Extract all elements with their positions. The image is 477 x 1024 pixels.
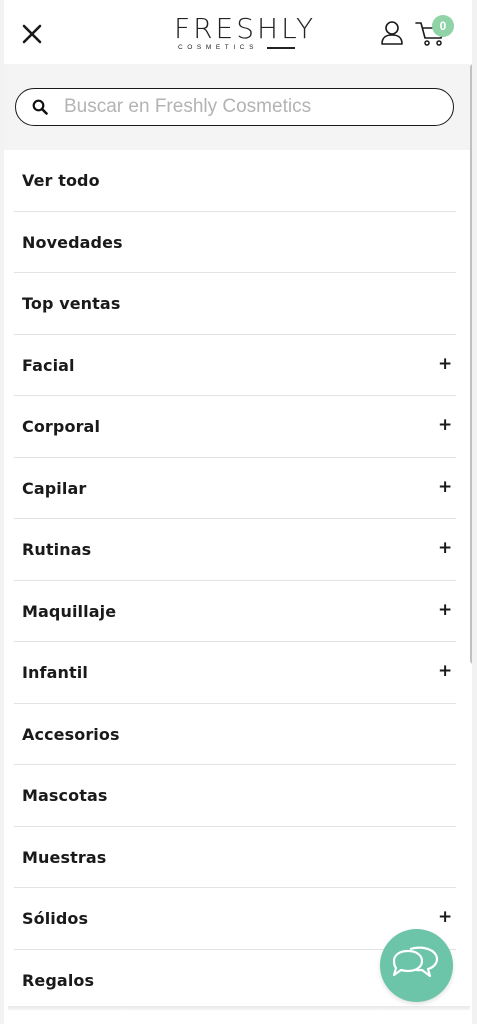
menu-item[interactable]: Facial + bbox=[14, 335, 456, 396]
menu-item[interactable]: Accesorios bbox=[14, 704, 456, 765]
menu-item-label: Top ventas bbox=[22, 294, 121, 313]
app-frame: FRESHLY COSMETICS 0 Buscar en Freshly Co… bbox=[0, 0, 477, 1024]
menu-item-label: Facial bbox=[22, 355, 75, 375]
search-icon bbox=[32, 99, 48, 115]
menu-item[interactable]: Muestras bbox=[14, 827, 456, 888]
menu-item-label: Rutinas bbox=[22, 540, 92, 559]
plus-icon[interactable]: + bbox=[438, 540, 452, 557]
header: FRESHLY COSMETICS 0 bbox=[4, 0, 472, 64]
menu-panel: FRESHLY COSMETICS 0 Buscar en Freshly Co… bbox=[4, 0, 472, 1024]
menu-item-label: Muestras bbox=[22, 847, 107, 867]
user-icon bbox=[381, 21, 403, 45]
logo-text: FRESHLY bbox=[174, 12, 317, 45]
search-section bbox=[4, 64, 472, 150]
menu-item[interactable]: Infantil + bbox=[14, 642, 456, 704]
menu-item-label: Mascotas bbox=[22, 786, 108, 805]
logo-underline bbox=[267, 47, 295, 49]
menu-item-label: Accesorios bbox=[22, 724, 120, 744]
menu-item-label: Maquillaje bbox=[22, 601, 117, 621]
menu-item-label: Sólidos bbox=[22, 909, 89, 928]
scrollbar-thumb[interactable] bbox=[470, 64, 472, 664]
account-button[interactable] bbox=[380, 20, 404, 46]
menu-item[interactable]: Mascotas bbox=[14, 765, 456, 827]
category-menu: Ver todo Novedades Top ventas Facial + Corpor… bbox=[14, 150, 456, 1011]
menu-item-label: Regalos bbox=[22, 970, 95, 990]
search-input[interactable] bbox=[64, 94, 434, 120]
menu-item[interactable]: Ver todo bbox=[14, 150, 456, 212]
cart-count-badge: 0 bbox=[432, 15, 454, 37]
menu-item[interactable]: Top ventas bbox=[14, 273, 456, 335]
menu-item-label: Corporal bbox=[22, 417, 101, 436]
menu-item[interactable]: Rutinas + bbox=[14, 519, 456, 581]
bottom-divider bbox=[8, 1006, 470, 1010]
search-bar[interactable] bbox=[15, 88, 454, 126]
menu-item[interactable]: Corporal + bbox=[14, 396, 456, 458]
plus-icon[interactable]: + bbox=[438, 417, 452, 434]
menu-item[interactable]: Novedades bbox=[14, 212, 456, 273]
menu-item[interactable]: Maquillaje + bbox=[14, 581, 456, 642]
menu-item-label: Infantil bbox=[22, 663, 88, 682]
plus-icon[interactable]: + bbox=[438, 601, 452, 618]
menu-item[interactable]: Capilar + bbox=[14, 458, 456, 519]
menu-item-label: Novedades bbox=[22, 232, 123, 252]
plus-icon[interactable]: + bbox=[438, 909, 452, 926]
plus-icon[interactable]: + bbox=[438, 663, 452, 680]
chat-button[interactable] bbox=[380, 929, 453, 1002]
close-icon bbox=[22, 24, 42, 44]
menu-item-label: Ver todo bbox=[22, 171, 100, 190]
menu-item-label: Capilar bbox=[22, 478, 87, 498]
plus-icon[interactable]: + bbox=[438, 478, 452, 495]
brand-logo[interactable]: FRESHLY COSMETICS bbox=[174, 12, 317, 56]
chat-bubbles-icon bbox=[392, 946, 439, 978]
close-button[interactable] bbox=[18, 20, 46, 48]
plus-icon[interactable]: + bbox=[438, 355, 452, 372]
